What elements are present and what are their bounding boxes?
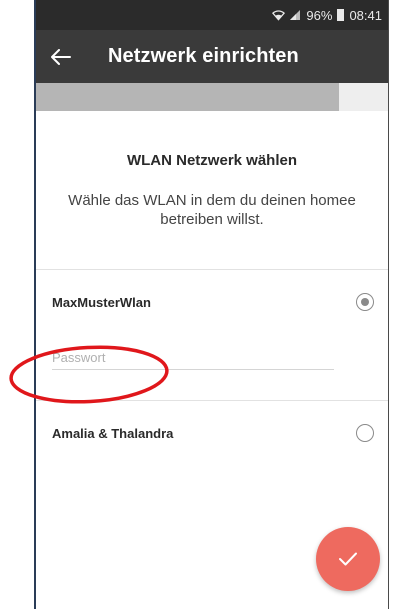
battery-icon <box>337 9 345 21</box>
progress-fill <box>36 83 339 111</box>
wifi-network-row[interactable]: Amalia & Thalandra <box>36 401 388 465</box>
status-bar: 96% 08:41 <box>36 0 388 30</box>
phone-screen: 96% 08:41 Netzwerk einrichten WLAN Netzw… <box>34 0 389 609</box>
back-button[interactable] <box>42 30 80 83</box>
password-input[interactable] <box>52 345 334 370</box>
network-name: MaxMusterWlan <box>52 294 151 310</box>
radio-button-selected[interactable] <box>356 293 374 311</box>
radio-button[interactable] <box>356 424 374 442</box>
arrow-left-icon <box>51 48 71 65</box>
radio-dot <box>361 298 369 306</box>
setup-progress-bar <box>36 83 388 111</box>
status-icons <box>272 9 301 21</box>
checkmark-icon <box>339 552 357 566</box>
wifi-icon <box>272 10 286 21</box>
wifi-network-row[interactable]: MaxMusterWlan <box>36 270 388 334</box>
section-subtitle: Wähle das WLAN in dem du deinen homee be… <box>68 192 356 228</box>
confirm-fab-button[interactable] <box>316 527 380 591</box>
battery-percent: 96% <box>306 7 333 23</box>
section-heading: WLAN Netzwerk wählen <box>126 152 298 169</box>
content-area: WLAN Netzwerk wählen Wähle das WLAN in d… <box>36 152 388 465</box>
clock: 08:41 <box>349 7 382 23</box>
signal-icon <box>290 10 301 20</box>
page-title: Netzwerk einrichten <box>108 45 299 67</box>
app-bar: Netzwerk einrichten <box>36 30 388 83</box>
password-field-container <box>36 334 388 400</box>
network-name: Amalia & Thalandra <box>52 425 174 441</box>
